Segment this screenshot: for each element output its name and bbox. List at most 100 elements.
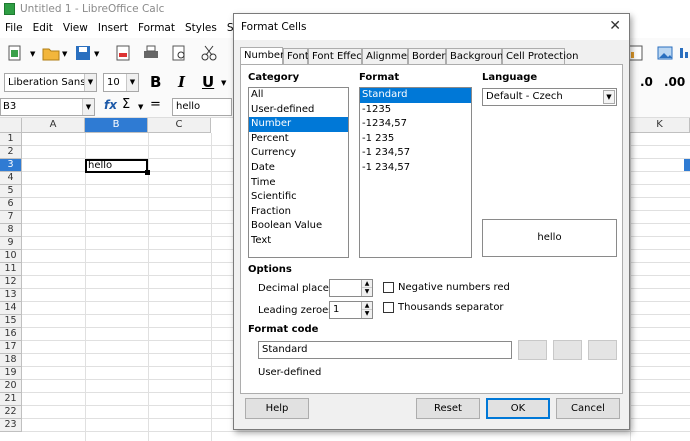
format-code-input[interactable]: Standard	[258, 341, 512, 359]
row-header-14[interactable]: 14	[0, 302, 22, 315]
row-header-1[interactable]: 1	[0, 133, 22, 146]
list-item[interactable]: Time	[249, 176, 348, 191]
row-header-3[interactable]: 3	[0, 159, 22, 172]
formula-input[interactable]: hello	[172, 98, 232, 116]
list-item-selected[interactable]: Standard	[360, 88, 471, 103]
tab-borders[interactable]: Borders	[408, 48, 451, 65]
row-header-6[interactable]: 6	[0, 198, 22, 211]
save-icon[interactable]	[74, 44, 92, 62]
list-item[interactable]: Boolean Value	[249, 219, 348, 234]
row-header-18[interactable]: 18	[0, 354, 22, 367]
spin-up-icon[interactable]: ▲	[362, 302, 372, 310]
export-pdf-icon[interactable]	[114, 44, 132, 62]
list-item[interactable]: Percent	[249, 132, 348, 147]
close-icon[interactable]: ✕	[609, 18, 621, 34]
tab-cell-protection[interactable]: Cell Protection	[502, 48, 578, 65]
save-dropdown-icon[interactable]: ▼	[94, 50, 99, 58]
menu-styles[interactable]: Styles	[185, 22, 217, 34]
font-size-box[interactable]: 10 ▼	[103, 73, 139, 92]
sum-icon[interactable]: Σ	[122, 97, 130, 112]
category-list[interactable]: All User-defined Number Percent Currency…	[248, 87, 349, 258]
list-item[interactable]: Scientific	[249, 190, 348, 205]
chevron-down-icon[interactable]: ▼	[82, 99, 94, 115]
thousands-separator-checkbox[interactable]	[383, 302, 394, 313]
column-header-b[interactable]: B	[85, 118, 148, 133]
row-header-9[interactable]: 9	[0, 237, 22, 250]
row-header-15[interactable]: 15	[0, 315, 22, 328]
edit-comment-button[interactable]	[553, 340, 582, 360]
tab-alignment[interactable]: Alignment	[362, 48, 417, 65]
selected-cell-b3[interactable]: hello	[85, 159, 150, 175]
list-item[interactable]: All	[249, 88, 348, 103]
leading-zeroes-spinner[interactable]: 1 ▲ ▼	[329, 301, 373, 319]
print-preview-icon[interactable]	[170, 44, 188, 62]
column-header-c[interactable]: C	[148, 118, 211, 133]
row-header-20[interactable]: 20	[0, 380, 22, 393]
row-header-10[interactable]: 10	[0, 250, 22, 263]
select-all-corner[interactable]	[0, 118, 22, 133]
bold-button[interactable]: B	[150, 73, 161, 91]
list-item[interactable]: -1 234,57	[360, 161, 471, 176]
insert-image-icon[interactable]	[656, 44, 674, 62]
add-format-button[interactable]	[518, 340, 547, 360]
italic-button[interactable]: I	[178, 73, 185, 91]
delete-format-button[interactable]	[588, 340, 617, 360]
row-header-21[interactable]: 21	[0, 393, 22, 406]
row-header-8[interactable]: 8	[0, 224, 22, 237]
help-button[interactable]: Help	[245, 398, 309, 419]
spin-down-icon[interactable]: ▼	[362, 288, 372, 296]
spin-up-icon[interactable]: ▲	[362, 280, 372, 288]
new-dropdown-icon[interactable]: ▼	[30, 50, 35, 58]
menu-file[interactable]: File	[5, 22, 23, 34]
list-item[interactable]: -1 234,57	[360, 146, 471, 161]
row-header-13[interactable]: 13	[0, 289, 22, 302]
row-header-23[interactable]: 23	[0, 419, 22, 432]
row-header-17[interactable]: 17	[0, 341, 22, 354]
column-header-a[interactable]: A	[22, 118, 85, 133]
list-item-selected[interactable]: Number	[249, 117, 348, 132]
cut-icon[interactable]	[200, 44, 218, 62]
list-item[interactable]: Text	[249, 234, 348, 249]
chevron-down-icon[interactable]: ▼	[126, 74, 138, 91]
row-header-5[interactable]: 5	[0, 185, 22, 198]
language-select[interactable]: Default - Czech ▼	[482, 88, 617, 106]
row-header-16[interactable]: 16	[0, 328, 22, 341]
list-item[interactable]: Fraction	[249, 205, 348, 220]
tab-font-effects[interactable]: Font Effects	[308, 48, 371, 65]
row-header-12[interactable]: 12	[0, 276, 22, 289]
chevron-down-icon[interactable]: ▼	[603, 90, 615, 104]
cancel-button[interactable]: Cancel	[556, 398, 620, 419]
list-item[interactable]: -1 235	[360, 132, 471, 147]
row-header-2[interactable]: 2	[0, 146, 22, 159]
spin-down-icon[interactable]: ▼	[362, 310, 372, 318]
negative-red-checkbox[interactable]	[383, 282, 394, 293]
tab-background[interactable]: Background	[446, 48, 510, 65]
new-document-icon[interactable]	[6, 44, 24, 62]
name-box[interactable]: B3 ▼	[0, 98, 95, 116]
row-header-22[interactable]: 22	[0, 406, 22, 419]
list-item[interactable]: Currency	[249, 146, 348, 161]
open-folder-icon[interactable]	[42, 44, 60, 62]
column-header-k[interactable]: K	[630, 118, 690, 133]
function-wizard-icon[interactable]: fx	[104, 98, 117, 112]
row-header-7[interactable]: 7	[0, 211, 22, 224]
open-dropdown-icon[interactable]: ▼	[62, 50, 67, 58]
list-item[interactable]: Date	[249, 161, 348, 176]
list-item[interactable]: User-defined	[249, 103, 348, 118]
menu-edit[interactable]: Edit	[33, 22, 53, 34]
menu-format[interactable]: Format	[138, 22, 175, 34]
negative-red-label[interactable]: Negative numbers red	[398, 282, 510, 293]
row-header-4[interactable]: 4	[0, 172, 22, 185]
font-name-box[interactable]: Liberation Sans ▼	[4, 73, 97, 92]
ok-button[interactable]: OK	[486, 398, 550, 419]
underline-button[interactable]: U	[202, 73, 214, 91]
row-header-11[interactable]: 11	[0, 263, 22, 276]
row-header-19[interactable]: 19	[0, 367, 22, 380]
autofill-handle[interactable]	[145, 170, 150, 175]
decimal-places-spinner[interactable]: ▲ ▼	[329, 279, 373, 297]
list-item[interactable]: -1235	[360, 103, 471, 118]
add-decimal-icon[interactable]: .0	[640, 75, 653, 89]
formula-icon[interactable]: =	[150, 97, 161, 112]
delete-decimal-icon[interactable]: .00	[664, 75, 685, 89]
menu-insert[interactable]: Insert	[98, 22, 128, 34]
